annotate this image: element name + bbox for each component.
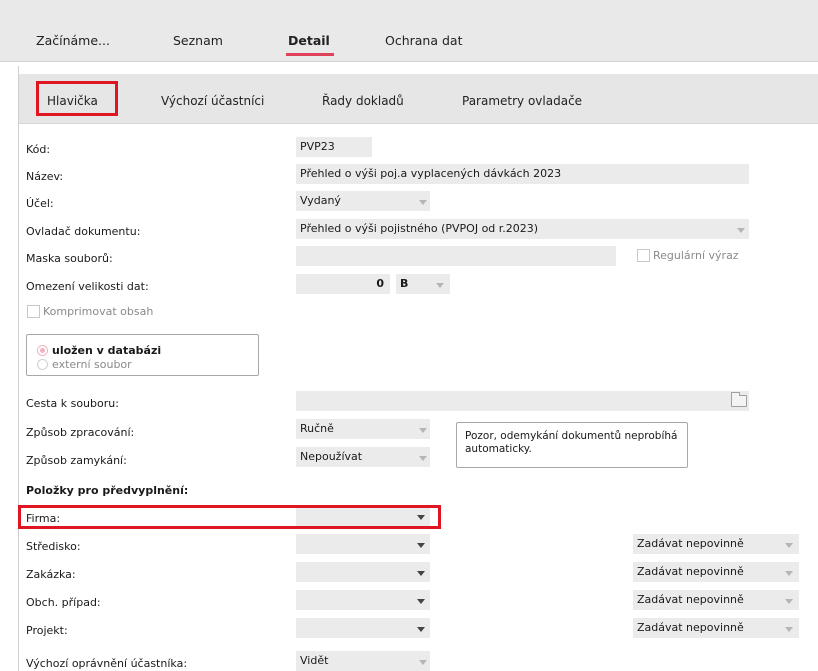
- zakazka-label: Zakázka:: [26, 568, 76, 581]
- stredisko-label: Středisko:: [26, 540, 81, 553]
- radio-externi-label: externí soubor: [52, 358, 132, 371]
- obch-pripad-dropdown-icon[interactable]: [417, 599, 425, 605]
- cesta-label: Cesta k souboru:: [26, 397, 119, 410]
- tab-hlavicka[interactable]: Hlavička: [47, 94, 98, 108]
- lock-warning-note: Pozor, odemykání dokumentů neprobíhá aut…: [456, 422, 688, 468]
- maska-field[interactable]: [296, 246, 616, 266]
- stredisko-dropdown-icon[interactable]: [417, 543, 425, 549]
- zpracovani-select[interactable]: Ručně: [296, 419, 430, 439]
- ovladac-label: Ovladač dokumentu:: [26, 225, 141, 238]
- ucel-select[interactable]: Vydaný: [296, 191, 430, 211]
- sub-tab-bar: [19, 74, 818, 124]
- top-tab-bar: [0, 0, 818, 62]
- zakazka-select[interactable]: [296, 562, 430, 582]
- obch-pripad-mode-dropdown-icon[interactable]: [785, 599, 793, 605]
- radio-externi-soubor[interactable]: [37, 359, 48, 370]
- ovladac-select[interactable]: Přehled o výši pojistného (PVPOJ od r.20…: [296, 219, 749, 239]
- opravneni-dropdown-icon[interactable]: [419, 660, 427, 666]
- zakazka-dropdown-icon[interactable]: [417, 571, 425, 577]
- nazev-field[interactable]: Přehled o výši poj.a vyplacených dávkách…: [296, 164, 749, 184]
- firma-dropdown-icon[interactable]: [417, 515, 425, 521]
- tab-parametry-ovladace[interactable]: Parametry ovladače: [462, 94, 582, 108]
- obch-pripad-mode-select[interactable]: Zadávat nepovinně: [633, 590, 799, 610]
- projekt-label: Projekt:: [26, 624, 68, 637]
- kod-label: Kód:: [26, 143, 51, 156]
- firma-label: Firma:: [26, 512, 61, 525]
- komprimovat-label: Komprimovat obsah: [43, 305, 154, 318]
- omezeni-unit-dropdown-icon[interactable]: [436, 283, 444, 289]
- komprimovat-checkbox[interactable]: [27, 305, 40, 318]
- firma-select[interactable]: [296, 508, 430, 526]
- zpracovani-dropdown-icon[interactable]: [419, 428, 427, 434]
- obch-pripad-select[interactable]: [296, 590, 430, 610]
- ucel-dropdown-icon[interactable]: [419, 200, 427, 206]
- opravneni-label: Výchozí oprávnění účastníka:: [26, 657, 188, 670]
- tab-vychozi-ucastnici[interactable]: Výchozí účastníci: [161, 94, 264, 108]
- regex-label: Regulární výraz: [653, 249, 739, 262]
- projekt-mode-select[interactable]: Zadávat nepovinně: [633, 618, 799, 638]
- projekt-dropdown-icon[interactable]: [417, 627, 425, 633]
- tab-detail[interactable]: Detail: [286, 33, 334, 56]
- radio-ulozen-label: uložen v databázi: [52, 344, 162, 357]
- regex-checkbox[interactable]: [637, 249, 650, 262]
- cesta-field[interactable]: [296, 391, 749, 411]
- tab-ochrana-dat[interactable]: Ochrana dat: [385, 33, 462, 48]
- ovladac-dropdown-icon[interactable]: [737, 228, 745, 234]
- folder-icon[interactable]: [731, 392, 747, 407]
- radio-ulozen-v-databazi[interactable]: [37, 345, 48, 356]
- zpracovani-label: Způsob zpracování:: [26, 426, 135, 439]
- tab-rady-dokladu[interactable]: Řady dokladů: [322, 94, 404, 108]
- maska-label: Maska souborů:: [26, 252, 113, 265]
- tab-zaciname[interactable]: Začínáme...: [36, 33, 110, 48]
- obch-pripad-label: Obch. případ:: [26, 596, 101, 609]
- ucel-label: Účel:: [26, 197, 54, 210]
- tab-seznam[interactable]: Seznam: [173, 33, 223, 48]
- stredisko-mode-select[interactable]: Zadávat nepovinně: [633, 534, 799, 554]
- zamykani-label: Způsob zamykání:: [26, 454, 127, 467]
- zamykani-select[interactable]: Nepoužívat: [296, 447, 430, 467]
- projekt-mode-dropdown-icon[interactable]: [785, 627, 793, 633]
- zamykani-dropdown-icon[interactable]: [419, 456, 427, 462]
- omezeni-label: Omezení velikosti dat:: [26, 280, 149, 293]
- kod-field[interactable]: PVP23: [296, 137, 372, 157]
- stredisko-select[interactable]: [296, 534, 430, 554]
- omezeni-field[interactable]: 0: [296, 274, 390, 294]
- zakazka-mode-dropdown-icon[interactable]: [785, 571, 793, 577]
- prefill-section-heading: Položky pro předvyplnění:: [26, 484, 189, 497]
- opravneni-select[interactable]: Vidět: [296, 651, 430, 671]
- zakazka-mode-select[interactable]: Zadávat nepovinně: [633, 562, 799, 582]
- nazev-label: Název:: [26, 170, 64, 183]
- stredisko-mode-dropdown-icon[interactable]: [785, 543, 793, 549]
- projekt-select[interactable]: [296, 618, 430, 638]
